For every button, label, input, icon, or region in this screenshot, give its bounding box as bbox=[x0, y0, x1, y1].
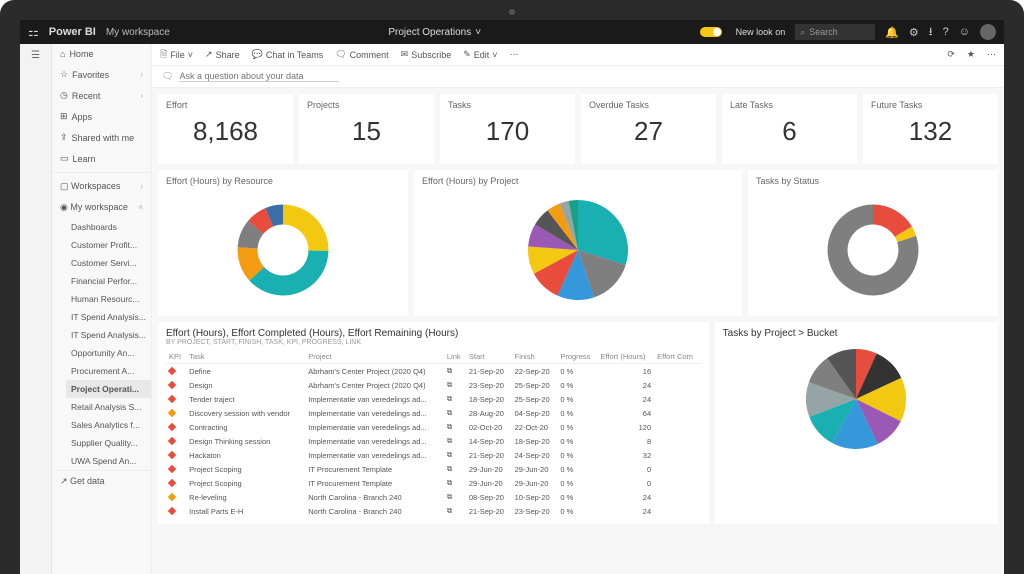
nav-workspaces[interactable]: ▢ Workspaces› bbox=[52, 176, 151, 197]
kpi-future-tasks[interactable]: Future Tasks132 bbox=[863, 94, 998, 164]
table-row[interactable]: Discovery session with vendorImplementat… bbox=[166, 406, 701, 420]
chevron-down-icon: ˅ bbox=[475, 27, 481, 38]
chart-effort-resource[interactable]: Effort (Hours) by Resource bbox=[158, 170, 408, 316]
menu-icon[interactable]: ☰ bbox=[31, 50, 40, 61]
nav-my-workspace[interactable]: ◉ My workspace˄ bbox=[52, 197, 151, 218]
camera bbox=[509, 9, 515, 15]
new-look-toggle[interactable] bbox=[700, 27, 722, 37]
subscribe-button[interactable]: ✉ Subscribe bbox=[401, 49, 452, 60]
sidebar: ⌂Home☆Favorites›◷Recent›⊞Apps⇪Shared wit… bbox=[52, 44, 152, 574]
command-bar: 🗎 File ˅ ↗ Share 💬 Chat in Teams 🗨 Comme… bbox=[152, 44, 1004, 66]
effort-table: KPITaskProjectLinkStartFinishProgressEff… bbox=[166, 350, 701, 518]
qa-icon: 🗨 bbox=[162, 71, 173, 82]
ws-item[interactable]: Human Resourc... bbox=[66, 290, 151, 308]
kpi-overdue-tasks[interactable]: Overdue Tasks27 bbox=[581, 94, 716, 164]
table-row[interactable]: Install Parts E-HNorth Carolina - Branch… bbox=[166, 504, 701, 518]
ws-item[interactable]: Procurement A... bbox=[66, 362, 151, 380]
brand-label: Power BI bbox=[49, 26, 96, 38]
help-icon[interactable]: ? bbox=[943, 26, 949, 38]
more-icon[interactable]: ⋯ bbox=[510, 49, 519, 60]
ws-item[interactable]: IT Spend Analysis... bbox=[66, 308, 151, 326]
content-area: 🗎 File ˅ ↗ Share 💬 Chat in Teams 🗨 Comme… bbox=[152, 44, 1004, 574]
table-row[interactable]: DesignAbrham's Center Project (2020 Q4)⧉… bbox=[166, 378, 701, 392]
table-row[interactable]: Project ScopingIT Procurement Template⧉2… bbox=[166, 462, 701, 476]
left-rail: ☰ bbox=[20, 44, 52, 574]
ws-item[interactable]: Sales Analytics f... bbox=[66, 416, 151, 434]
refresh-icon[interactable]: ⟳ bbox=[947, 49, 955, 60]
kpi-tasks[interactable]: Tasks170 bbox=[440, 94, 575, 164]
table-row[interactable]: Project ScopingIT Procurement Template⧉2… bbox=[166, 476, 701, 490]
ws-item[interactable]: Opportunity An... bbox=[66, 344, 151, 362]
edit-menu[interactable]: ✎ Edit ˅ bbox=[463, 49, 497, 60]
table-row[interactable]: ContractingImplementatie van veredelings… bbox=[166, 420, 701, 434]
chevron-right-icon: › bbox=[140, 91, 143, 100]
table-row[interactable]: DefineAbrham's Center Project (2020 Q4)⧉… bbox=[166, 364, 701, 379]
kpi-late-tasks[interactable]: Late Tasks6 bbox=[722, 94, 857, 164]
get-data-button[interactable]: ↗ Get data bbox=[52, 470, 151, 492]
chart-tasks-status[interactable]: Tasks by Status bbox=[748, 170, 998, 316]
kpi-projects[interactable]: Projects15 bbox=[299, 94, 434, 164]
table-row[interactable]: HackatonImplementatie van veredelings ad… bbox=[166, 448, 701, 462]
file-menu[interactable]: 🗎 File ˅ bbox=[160, 47, 193, 63]
table-row[interactable]: Re-levelingNorth Carolina - Branch 240⧉0… bbox=[166, 490, 701, 504]
ws-item[interactable]: Supplier Quality... bbox=[66, 434, 151, 452]
search-icon: ⌕ bbox=[800, 27, 805, 38]
ws-item[interactable]: Customer Profit... bbox=[66, 236, 151, 254]
kpi-row: Effort8,168Projects15Tasks170Overdue Tas… bbox=[158, 94, 998, 164]
nav-learn[interactable]: ▭Learn bbox=[52, 148, 151, 169]
chart-row-1: Effort (Hours) by Resource Effort (Hours… bbox=[158, 170, 998, 316]
chart-tasks-bucket[interactable]: Tasks by Project > Bucket bbox=[715, 322, 998, 524]
smiley-icon[interactable]: ☺ bbox=[959, 26, 970, 38]
kpi-effort[interactable]: Effort8,168 bbox=[158, 94, 293, 164]
nav-shared-with-me[interactable]: ⇪Shared with me bbox=[52, 127, 151, 148]
ws-item[interactable]: Financial Perfor... bbox=[66, 272, 151, 290]
app-launcher-icon[interactable]: ⚏ bbox=[28, 25, 39, 39]
notifications-icon[interactable]: 🔔 bbox=[885, 26, 899, 39]
workspace-label[interactable]: My workspace bbox=[106, 27, 170, 38]
main-area: ☰ ⌂Home☆Favorites›◷Recent›⊞Apps⇪Shared w… bbox=[20, 44, 1004, 574]
ws-item[interactable]: Project Operati... bbox=[66, 380, 151, 398]
laptop-frame: ⚏ Power BI My workspace Project Operatio… bbox=[0, 0, 1024, 574]
page-title-dropdown[interactable]: Project Operations˅ bbox=[388, 27, 481, 38]
screen: ⚏ Power BI My workspace Project Operatio… bbox=[20, 20, 1004, 574]
new-look-label: New look on bbox=[736, 27, 786, 37]
dashboard-canvas: Effort8,168Projects15Tasks170Overdue Tas… bbox=[152, 88, 1004, 574]
nav-apps[interactable]: ⊞Apps bbox=[52, 106, 151, 127]
effort-table-card[interactable]: Effort (Hours), Effort Completed (Hours)… bbox=[158, 322, 709, 524]
ws-item[interactable]: Retail Analysis S... bbox=[66, 398, 151, 416]
download-icon[interactable]: ⭳ bbox=[929, 23, 933, 42]
chevron-right-icon: › bbox=[140, 70, 143, 79]
more-2-icon[interactable]: ⋯ bbox=[987, 49, 996, 60]
chat-teams-button[interactable]: 💬 Chat in Teams bbox=[252, 49, 324, 60]
ws-item[interactable]: UWA Spend An... bbox=[66, 452, 151, 470]
ws-item[interactable]: Dashboards bbox=[66, 218, 151, 236]
qa-bar: 🗨 bbox=[152, 66, 1004, 88]
search-input[interactable]: ⌕Search bbox=[795, 24, 875, 40]
ws-item[interactable]: IT Spend Analysis... bbox=[66, 326, 151, 344]
settings-icon[interactable]: ⚙ bbox=[909, 26, 919, 39]
table-row[interactable]: Design Thinking sessionImplementatie van… bbox=[166, 434, 701, 448]
nav-favorites[interactable]: ☆Favorites› bbox=[52, 64, 151, 85]
table-row[interactable]: Tender trajectImplementatie van veredeli… bbox=[166, 392, 701, 406]
top-bar: ⚏ Power BI My workspace Project Operatio… bbox=[20, 20, 1004, 44]
ws-item[interactable]: Customer Servi... bbox=[66, 254, 151, 272]
qa-input[interactable] bbox=[179, 71, 339, 82]
chart-row-2: Effort (Hours), Effort Completed (Hours)… bbox=[158, 322, 998, 524]
comment-button[interactable]: 🗨 Comment bbox=[335, 49, 388, 60]
nav-home[interactable]: ⌂Home bbox=[52, 44, 151, 64]
chart-effort-project[interactable]: Effort (Hours) by Project bbox=[414, 170, 742, 316]
share-button[interactable]: ↗ Share bbox=[205, 49, 240, 60]
nav-recent[interactable]: ◷Recent› bbox=[52, 85, 151, 106]
user-avatar[interactable] bbox=[980, 24, 996, 40]
favorite-icon[interactable]: ★ bbox=[967, 49, 975, 60]
